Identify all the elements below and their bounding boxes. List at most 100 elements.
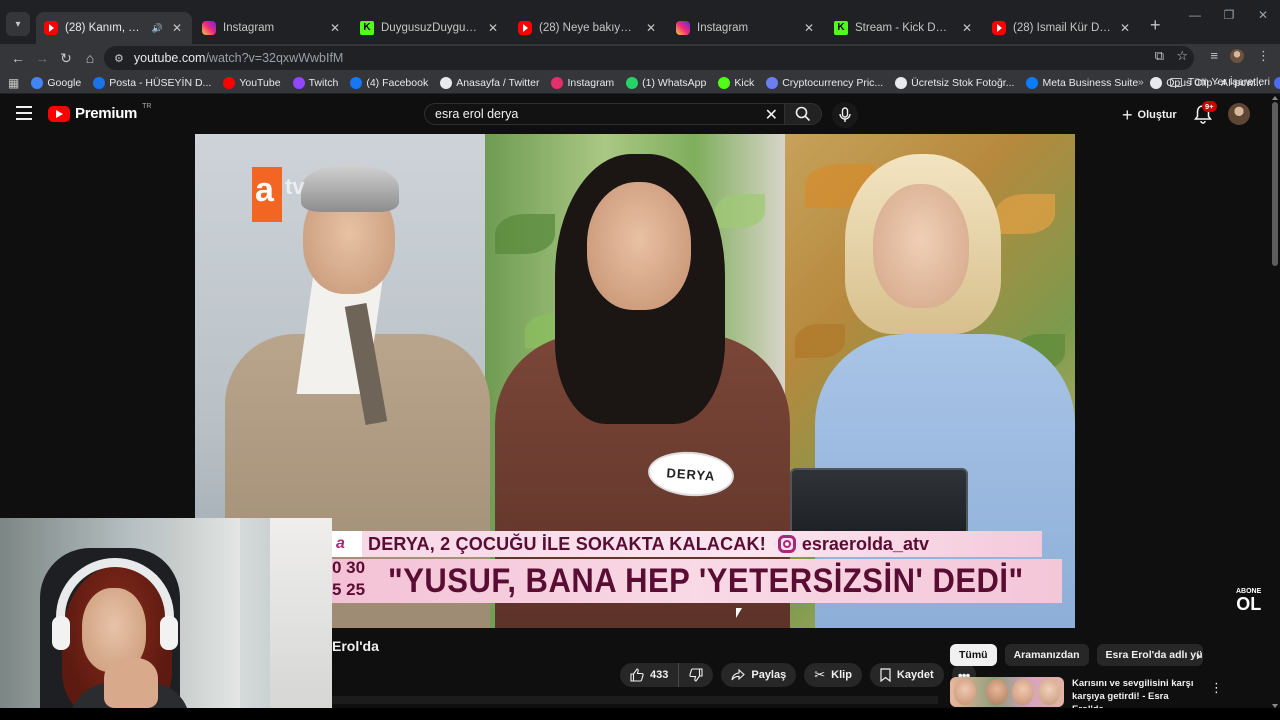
taskbar-edge: [0, 708, 1280, 720]
all-bookmarks-link[interactable]: Tüm Yer İşaretleri: [1188, 76, 1270, 88]
bookmark-item[interactable]: Kick: [718, 76, 754, 89]
clip-button[interactable]: ✂ Klip: [804, 663, 862, 687]
bookmarks-right: » Tüm Yer İşaretleri: [1138, 76, 1270, 88]
crypto-icon: [766, 76, 779, 89]
bookmark-item[interactable]: Meta Business Suite: [1026, 76, 1139, 89]
banner-headline-bar: "YUSUF, BANA HEP 'YETERSİZSİN' DEDİ": [332, 559, 1062, 603]
install-app-icon[interactable]: ⧉: [1155, 48, 1164, 64]
like-button[interactable]: 433: [620, 663, 680, 687]
media-control-icon[interactable]: ≡: [1210, 48, 1218, 63]
create-label: Oluştur: [1137, 109, 1177, 121]
site-info-icon[interactable]: ⚙: [114, 52, 124, 65]
filter-chip[interactable]: Esra Erol'da adlı yükleyic: [1096, 644, 1203, 666]
bookmark-star-icon[interactable]: ☆: [1176, 48, 1188, 64]
bookmark-label: (4) Facebook: [366, 76, 429, 89]
bookmark-item[interactable]: Posta - HÜSEYİN D...: [93, 76, 211, 89]
browser-tab[interactable]: K DuygusuzDuyguu Stream - Wa ✕: [352, 12, 508, 44]
kick-icon: [718, 76, 731, 89]
bookmark-item[interactable]: (1) WhatsApp: [626, 76, 706, 89]
close-tab-icon[interactable]: ✕: [328, 21, 342, 35]
scrollbar-thumb[interactable]: [1272, 102, 1278, 266]
clear-search-icon[interactable]: ✕: [765, 105, 778, 125]
back-icon[interactable]: ←: [6, 50, 30, 66]
browser-toolbar: ← → ↻ ⌂ ⚙ youtube.com/watch?v=32qxwWwbIf…: [0, 44, 1280, 72]
bookmark-item[interactable]: Ücretsiz Stok Fotoğr...: [895, 76, 1014, 89]
filter-chip[interactable]: Aramanızdan: [1004, 644, 1089, 666]
bookmark-label: Instagram: [567, 76, 615, 89]
restore-icon[interactable]: ❐: [1212, 0, 1246, 36]
bookmark-item[interactable]: Cryptocurrency Pric...: [766, 76, 883, 89]
account-avatar[interactable]: [1228, 103, 1250, 125]
youtube-logo[interactable]: Premium TR: [48, 103, 152, 122]
close-tab-icon[interactable]: ✕: [1118, 21, 1132, 35]
forward-icon[interactable]: →: [30, 50, 54, 66]
tab-audio-icon[interactable]: 🔊: [152, 23, 163, 34]
close-tab-icon[interactable]: ✕: [960, 21, 974, 35]
save-button[interactable]: Kaydet: [869, 663, 944, 687]
apps-grid-icon[interactable]: ▦: [8, 76, 19, 90]
browser-tab[interactable]: (28) Kanım, Türkçeyi bile de 🔊 ✕: [36, 12, 192, 44]
video-title: Erol'da: [332, 638, 379, 654]
more-bookmarks-icon[interactable]: »: [1138, 76, 1144, 88]
atv-logo: a: [252, 167, 282, 222]
close-tab-icon[interactable]: ✕: [644, 21, 658, 35]
menu-icon[interactable]: [16, 106, 32, 120]
subscribe-watermark[interactable]: ABONE OL: [1236, 588, 1261, 613]
youtube-favicon-icon: [518, 21, 532, 35]
browser-tab[interactable]: Instagram ✕: [194, 12, 350, 44]
bookmark-item[interactable]: Anasayfa / Twitter: [440, 76, 539, 89]
video-actions: 433 Paylaş ✂ Klip Kaydet •••: [620, 663, 976, 687]
recommendation-thumbnail[interactable]: [950, 677, 1064, 707]
bookmark-item[interactable]: Google: [31, 76, 81, 89]
youtube-favicon-icon: [44, 21, 58, 35]
close-window-icon[interactable]: ✕: [1246, 0, 1280, 36]
close-tab-icon[interactable]: ✕: [486, 21, 500, 35]
share-button[interactable]: Paylaş: [721, 663, 797, 687]
voice-search-button[interactable]: [832, 102, 858, 128]
bookmark-icon: [880, 668, 891, 682]
dislike-button[interactable]: [679, 663, 713, 687]
bookmark-item[interactable]: Twitch: [292, 76, 338, 89]
home-icon[interactable]: ⌂: [78, 50, 102, 66]
browser-tab[interactable]: (28) İsmail Kür Dosyası - 1 | Did ✕: [984, 12, 1140, 44]
clip-label: Klip: [831, 669, 852, 681]
search-input[interactable]: [435, 107, 755, 121]
chevron-right-icon[interactable]: ›: [1196, 647, 1201, 663]
search-icon: [795, 106, 811, 122]
page-scrollbar[interactable]: [1270, 96, 1280, 708]
twitch-icon: [292, 76, 305, 89]
reload-icon[interactable]: ↻: [54, 50, 78, 67]
create-button[interactable]: + Oluştur: [1116, 103, 1187, 127]
x-icon: [440, 76, 453, 89]
filter-chip[interactable]: Tümü: [950, 644, 997, 666]
recommendation-menu-icon[interactable]: ⋮: [1210, 680, 1223, 696]
description-box-edge: [332, 696, 938, 704]
share-icon: [731, 669, 746, 681]
profile-avatar[interactable]: [1230, 49, 1244, 63]
browser-menu-icon[interactable]: ⋮: [1257, 48, 1270, 64]
tab-search-button[interactable]: ▾: [6, 12, 30, 36]
bookmark-list: Google Posta - HÜSEYİN D... YouTube Twitch (…: [31, 76, 1280, 89]
bookmark-item[interactable]: Instagram: [551, 76, 615, 89]
scroll-up-icon[interactable]: [1272, 96, 1278, 100]
region-code: TR: [142, 103, 152, 110]
close-tab-icon[interactable]: ✕: [802, 21, 816, 35]
minimize-icon[interactable]: —: [1178, 0, 1212, 36]
scissors-icon: ✂: [814, 667, 826, 682]
youtube-icon: [223, 76, 236, 89]
browser-tab[interactable]: (28) Neye bakıyon lan kurabiye ✕: [510, 12, 666, 44]
new-tab-button[interactable]: +: [1150, 15, 1161, 36]
browser-tab[interactable]: K Stream - Kick Dashboard ✕: [826, 12, 982, 44]
search-button[interactable]: [784, 103, 822, 125]
bookmark-item[interactable]: Your 2short.ai accou...: [1273, 76, 1280, 89]
bookmark-label: Meta Business Suite: [1042, 76, 1139, 89]
thumbs-up-icon: [630, 668, 644, 682]
close-tab-icon[interactable]: ✕: [170, 21, 184, 35]
bookmark-item[interactable]: YouTube: [223, 76, 281, 89]
browser-tab[interactable]: Instagram ✕: [668, 12, 824, 44]
bookmark-item[interactable]: (4) Facebook: [350, 76, 429, 89]
address-bar[interactable]: ⚙ youtube.com/watch?v=32qxwWwbIfM: [104, 46, 1194, 70]
mouse-cursor: [736, 608, 742, 618]
tab-title: Instagram: [223, 22, 275, 34]
bookmark-label: YouTube: [239, 76, 281, 89]
